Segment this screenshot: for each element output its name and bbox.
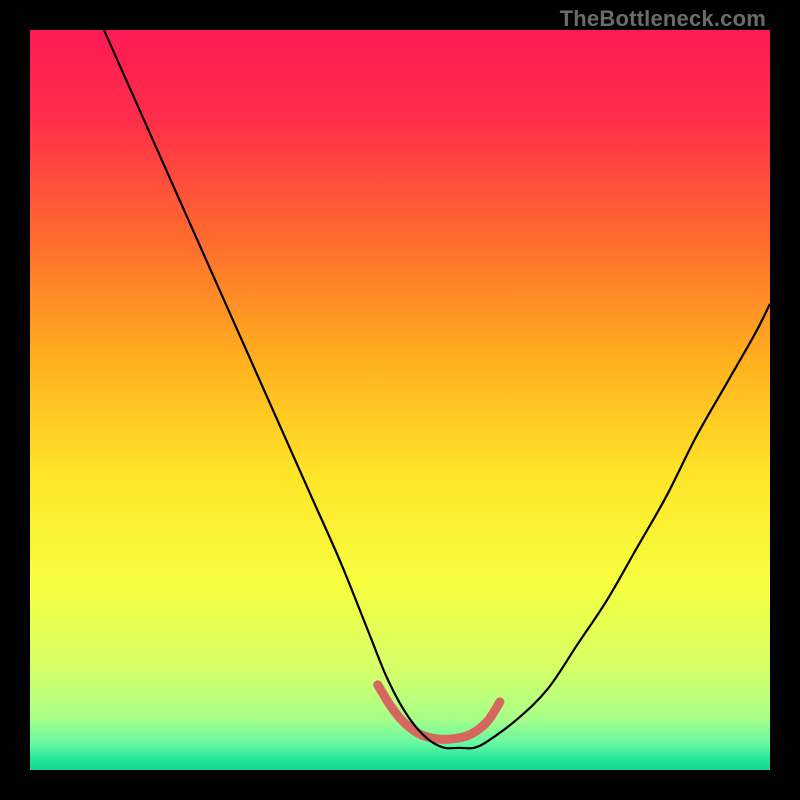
chart-frame: TheBottleneck.com <box>0 0 800 800</box>
watermark-text: TheBottleneck.com <box>560 6 766 32</box>
plot-area <box>30 30 770 770</box>
curve-layer <box>30 30 770 770</box>
optimal-region-marker <box>378 685 500 739</box>
bottleneck-curve <box>104 30 770 748</box>
